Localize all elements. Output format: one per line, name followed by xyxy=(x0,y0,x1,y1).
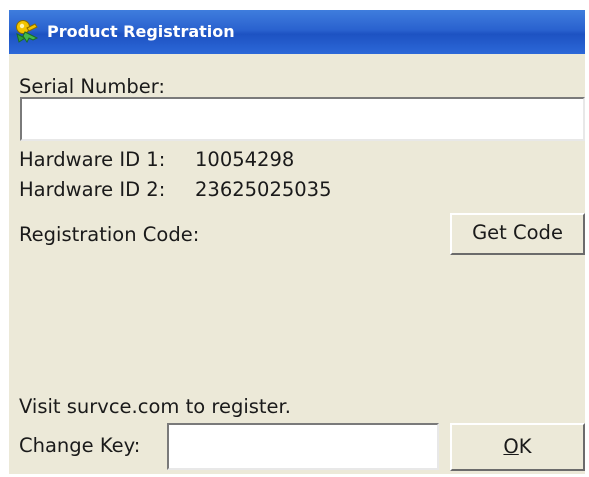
window-title: Product Registration xyxy=(47,22,235,41)
ok-button[interactable]: OK xyxy=(450,423,585,471)
title-bar[interactable]: Product Registration xyxy=(9,10,585,54)
serial-number-input[interactable] xyxy=(20,97,585,141)
hardware-id-1-value: 10054298 xyxy=(195,148,295,171)
hardware-id-1-label: Hardware ID 1: xyxy=(19,148,166,171)
change-key-label: Change Key: xyxy=(19,434,141,457)
get-code-button[interactable]: Get Code xyxy=(450,213,585,255)
ok-accelerator-letter: O xyxy=(503,435,519,458)
product-registration-dialog: Product Registration Serial Number: Hard… xyxy=(9,10,585,474)
hardware-id-2-value: 23625025035 xyxy=(195,178,332,201)
ok-label-rest: K xyxy=(518,435,532,458)
registration-key-icon xyxy=(16,20,39,43)
registration-code-value xyxy=(19,265,579,385)
registration-code-label: Registration Code: xyxy=(19,223,200,246)
visit-website-text: Visit survce.com to register. xyxy=(19,395,291,418)
hardware-id-2-label: Hardware ID 2: xyxy=(19,178,166,201)
change-key-input[interactable] xyxy=(167,423,439,470)
